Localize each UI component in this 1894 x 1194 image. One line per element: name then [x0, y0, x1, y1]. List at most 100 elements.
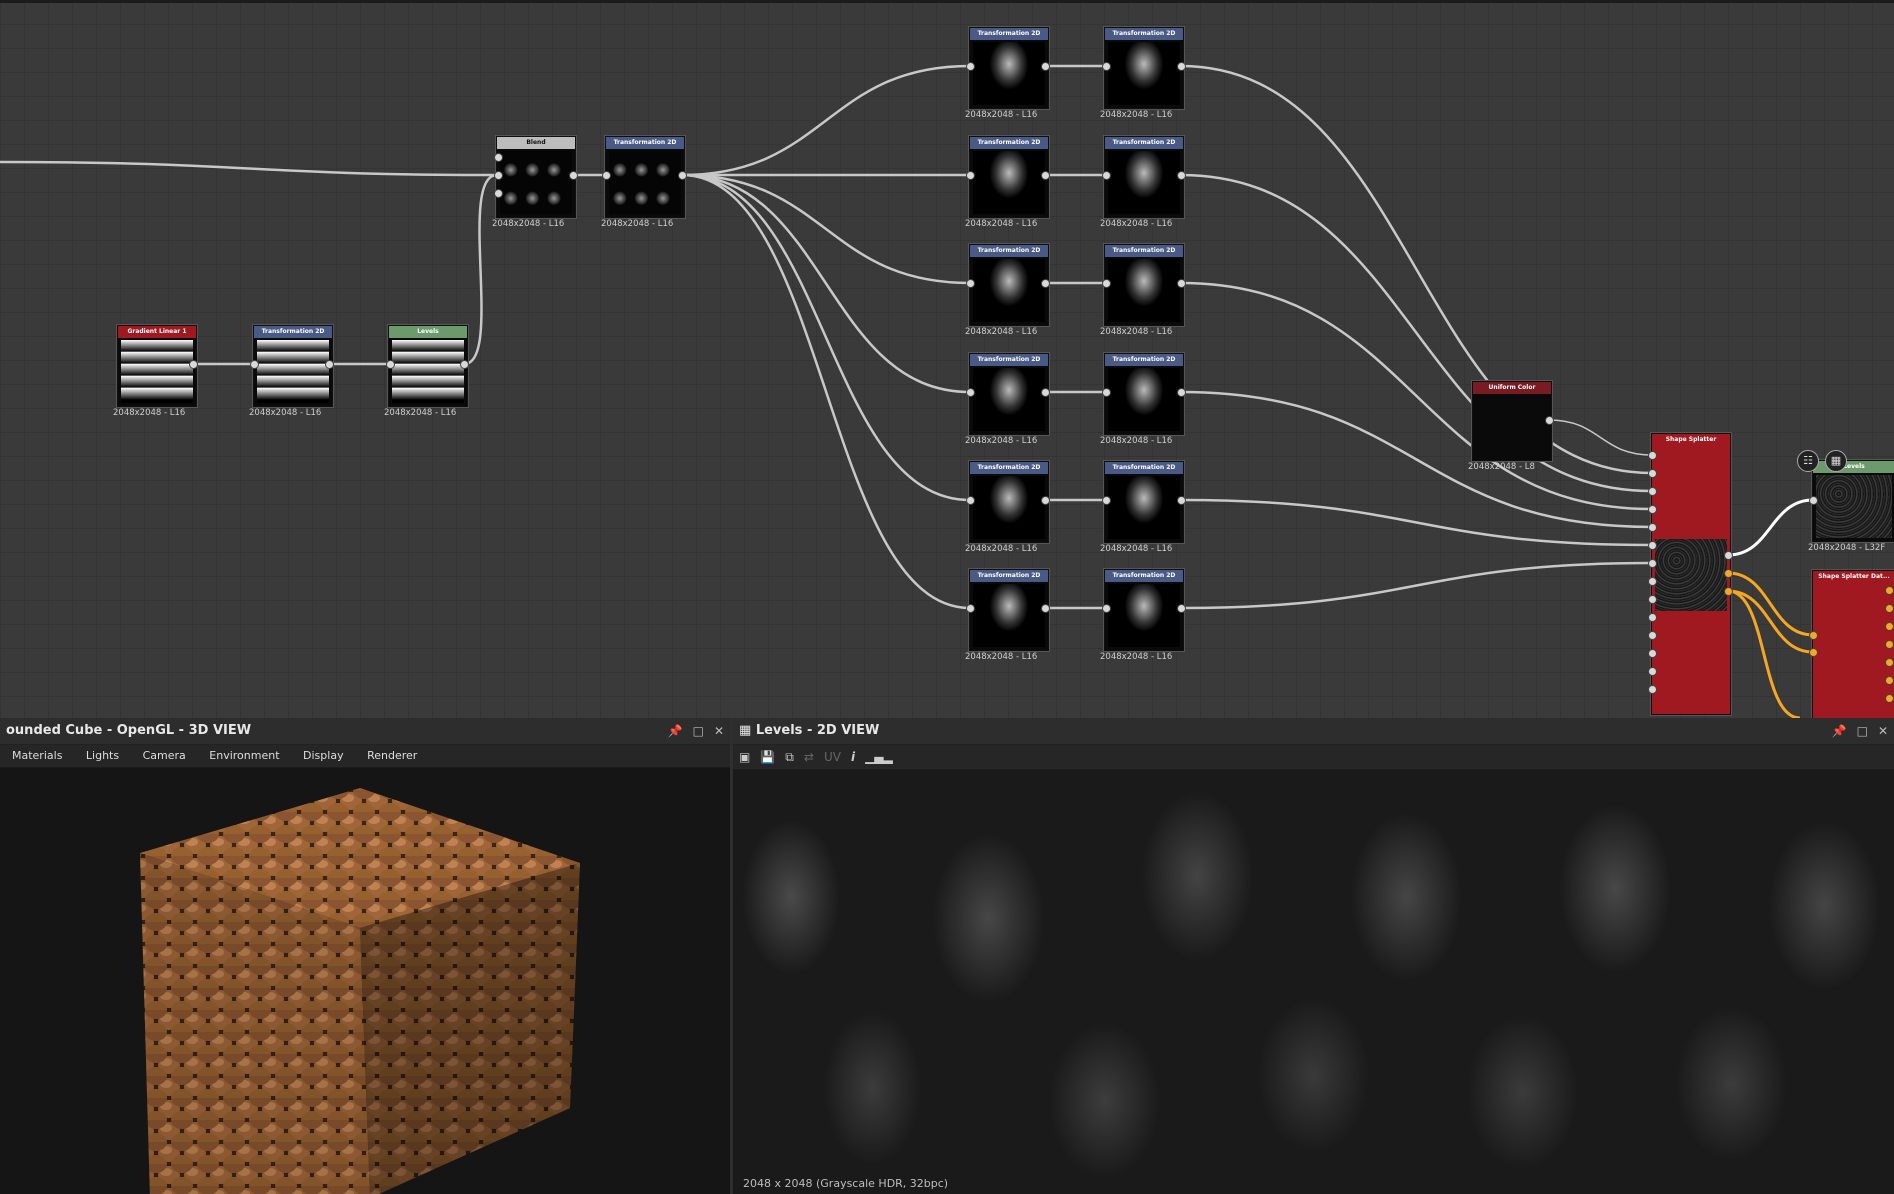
node-port[interactable] — [385, 359, 395, 369]
node-transform-r4-c1[interactable]: Transformation 2D — [969, 461, 1049, 543]
node-transform-r4-c2[interactable]: Transformation 2D — [1104, 461, 1184, 543]
node-port[interactable] — [1884, 657, 1894, 667]
node-port[interactable] — [1647, 450, 1657, 460]
node-port[interactable] — [677, 170, 687, 180]
node-transform-r2-c2[interactable]: Transformation 2D — [1104, 244, 1184, 326]
float-icon[interactable]: □ — [693, 718, 704, 744]
node-port[interactable] — [1884, 621, 1894, 631]
float-icon[interactable]: □ — [1857, 718, 1868, 744]
node-transform-r0-c1[interactable]: Transformation 2D — [969, 27, 1049, 109]
node-graph[interactable]: Gradient Linear 1 2048x2048 - L16 Transfor… — [0, 0, 1894, 718]
node-port[interactable] — [1647, 648, 1657, 658]
node-port[interactable] — [1723, 586, 1733, 596]
node-port[interactable] — [1723, 568, 1733, 578]
copy-icon[interactable]: ⧉ — [785, 750, 794, 765]
node-shape-splatter[interactable]: Shape Splatter — [1651, 433, 1731, 715]
2d-viewport[interactable]: 2048 x 2048 (Grayscale HDR, 32bpc) — [733, 770, 1894, 1194]
node-port[interactable] — [1040, 278, 1050, 288]
node-port[interactable] — [1884, 675, 1894, 685]
node-gradient[interactable]: Gradient Linear 1 — [117, 325, 197, 407]
node-port[interactable] — [1176, 387, 1186, 397]
3d-viewport[interactable] — [0, 768, 730, 1194]
share-icon[interactable]: ⇄ — [804, 750, 814, 764]
menu-renderer[interactable]: Renderer — [367, 749, 417, 762]
node-port[interactable] — [493, 152, 503, 162]
node-port[interactable] — [1101, 603, 1111, 613]
node-port[interactable] — [459, 359, 469, 369]
node-uniform-color[interactable]: Uniform Color — [1472, 381, 1552, 461]
checker-icon[interactable]: ▦ — [1825, 450, 1847, 472]
node-port[interactable] — [1176, 278, 1186, 288]
node-port[interactable] — [1176, 61, 1186, 71]
node-port[interactable] — [1884, 639, 1894, 649]
menu-materials[interactable]: Materials — [12, 749, 62, 762]
node-transform-r3-c2[interactable]: Transformation 2D — [1104, 353, 1184, 435]
node-port[interactable] — [1176, 495, 1186, 505]
save-icon[interactable]: 💾 — [760, 750, 775, 764]
panel-2d-titlebar[interactable]: ▦ Levels - 2D VIEW 📌 □ ✕ — [733, 718, 1894, 745]
document-icon[interactable]: ☷ — [1797, 450, 1819, 472]
node-transform-r0-c2[interactable]: Transformation 2D — [1104, 27, 1184, 109]
node-port[interactable] — [568, 170, 578, 180]
pin-icon[interactable]: 📌 — [1832, 718, 1847, 744]
histogram-icon[interactable]: ▁▄▂ — [865, 750, 893, 764]
node-port[interactable] — [1040, 170, 1050, 180]
node-port[interactable] — [1884, 585, 1894, 595]
node-port[interactable] — [965, 61, 975, 71]
node-port[interactable] — [1647, 540, 1657, 550]
node-port[interactable] — [1101, 61, 1111, 71]
node-levels-a[interactable]: Levels — [388, 325, 468, 407]
node-port[interactable] — [965, 603, 975, 613]
node-blend[interactable]: Blend — [496, 136, 576, 218]
node-port[interactable] — [601, 170, 611, 180]
node-port[interactable] — [324, 359, 334, 369]
close-icon[interactable]: ✕ — [714, 718, 724, 744]
node-levels-b[interactable]: Levels — [1812, 460, 1894, 542]
node-port[interactable] — [1101, 170, 1111, 180]
node-port[interactable] — [1040, 61, 1050, 71]
node-port[interactable] — [1647, 522, 1657, 532]
node-transform-r2-c1[interactable]: Transformation 2D — [969, 244, 1049, 326]
node-port[interactable] — [1723, 550, 1733, 560]
node-shape-splatter-data[interactable]: Shape Splatter Dat... — [1812, 570, 1894, 718]
node-transform-r5-c1[interactable]: Transformation 2D — [969, 569, 1049, 651]
node-port[interactable] — [1647, 558, 1657, 568]
node-port[interactable] — [1647, 630, 1657, 640]
node-port[interactable] — [1884, 603, 1894, 613]
node-port[interactable] — [965, 387, 975, 397]
fit-view-icon[interactable]: ▣ — [739, 750, 750, 764]
node-port[interactable] — [965, 278, 975, 288]
menu-camera[interactable]: Camera — [143, 749, 186, 762]
node-port[interactable] — [188, 359, 198, 369]
node-port[interactable] — [1040, 603, 1050, 613]
node-port[interactable] — [965, 495, 975, 505]
node-transform-r1-c1[interactable]: Transformation 2D — [969, 136, 1049, 218]
close-icon[interactable]: ✕ — [1878, 718, 1888, 744]
node-transform-a[interactable]: Transformation 2D — [253, 325, 333, 407]
node-transform-r3-c1[interactable]: Transformation 2D — [969, 353, 1049, 435]
node-port[interactable] — [1808, 630, 1818, 640]
node-port[interactable] — [1647, 612, 1657, 622]
uv-dropdown[interactable]: UV — [824, 750, 841, 764]
panel-3d-titlebar[interactable]: ounded Cube - OpenGL - 3D VIEW 📌 □ ✕ — [0, 718, 730, 745]
menu-lights[interactable]: Lights — [86, 749, 119, 762]
node-port[interactable] — [1176, 170, 1186, 180]
node-port[interactable] — [1544, 415, 1554, 425]
node-port[interactable] — [1647, 486, 1657, 496]
node-transform-r1-c2[interactable]: Transformation 2D — [1104, 136, 1184, 218]
node-port[interactable] — [1647, 684, 1657, 694]
menu-environment[interactable]: Environment — [209, 749, 279, 762]
info-icon[interactable]: i — [851, 750, 855, 764]
node-port[interactable] — [1808, 495, 1818, 505]
node-port[interactable] — [249, 359, 259, 369]
node-port[interactable] — [1808, 647, 1818, 657]
node-port[interactable] — [1884, 693, 1894, 703]
node-port[interactable] — [965, 170, 975, 180]
pin-icon[interactable]: 📌 — [668, 718, 683, 744]
node-port[interactable] — [1647, 576, 1657, 586]
node-port[interactable] — [1040, 387, 1050, 397]
node-port[interactable] — [1647, 594, 1657, 604]
node-port[interactable] — [1176, 603, 1186, 613]
node-transform-b[interactable]: Transformation 2D — [605, 136, 685, 218]
node-port[interactable] — [1040, 495, 1050, 505]
